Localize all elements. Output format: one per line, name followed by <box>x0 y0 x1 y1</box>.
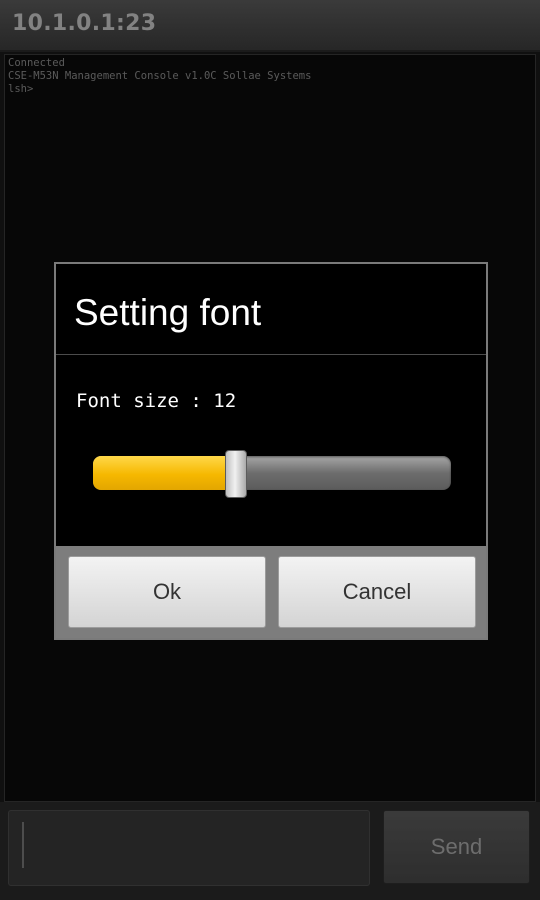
font-size-label: Font size : 12 <box>76 390 237 412</box>
dialog-divider <box>56 354 486 355</box>
app-screen: 10.1.0.1:23 Connected CSE-M53N Managemen… <box>0 0 540 900</box>
dialog-title: Setting font <box>74 292 262 333</box>
setting-font-dialog: Setting font Font size : 12 Ok Cancel <box>54 262 488 640</box>
ok-button[interactable]: Ok <box>68 556 266 628</box>
dialog-button-bar: Ok Cancel <box>56 546 486 638</box>
cancel-button[interactable]: Cancel <box>278 556 476 628</box>
slider-thumb[interactable] <box>225 450 247 498</box>
slider-fill <box>93 456 236 490</box>
font-size-slider[interactable] <box>93 456 451 490</box>
